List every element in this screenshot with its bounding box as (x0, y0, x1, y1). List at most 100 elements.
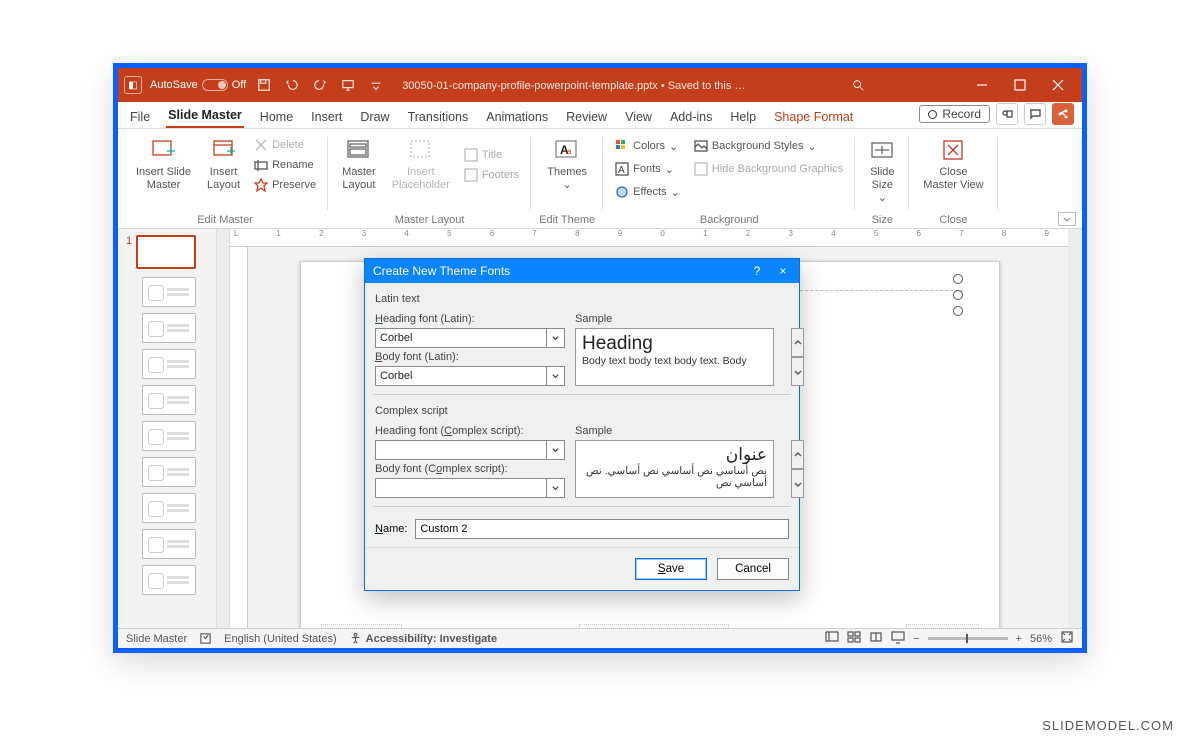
status-view: Slide Master (126, 633, 187, 645)
share-button[interactable] (1052, 103, 1074, 125)
status-language[interactable]: English (United States) (224, 633, 337, 645)
layout-thumbnail[interactable] (142, 421, 196, 451)
zoom-in-button[interactable]: + (1016, 633, 1022, 645)
rename-button[interactable]: Rename (250, 156, 320, 174)
colors-label: Colors (633, 140, 665, 152)
layout-thumbnail[interactable] (142, 349, 196, 379)
layout-thumbnail[interactable] (142, 565, 196, 595)
layout-thumbnail[interactable] (142, 457, 196, 487)
tab-home[interactable]: Home (258, 110, 295, 128)
slideshow-icon[interactable] (338, 75, 358, 95)
dialog-help-button[interactable]: ? (749, 264, 765, 278)
fonts-button[interactable]: AFonts⌄ (611, 160, 684, 178)
layout-thumbnail[interactable] (142, 493, 196, 523)
dialog-close-button[interactable]: × (775, 264, 791, 278)
slide-size-button[interactable]: Slide Size⌄ (863, 133, 901, 210)
master-thumbnail[interactable] (136, 235, 196, 269)
footer-url[interactable]: insertyoururlhere.com (579, 624, 728, 628)
spin-up-icon[interactable] (791, 440, 804, 469)
layout-thumbnail[interactable] (142, 277, 196, 307)
chevron-down-icon[interactable] (546, 367, 564, 385)
footer-slidenum[interactable]: ‹#› (906, 624, 979, 628)
heading-latin-value: Corbel (376, 332, 546, 344)
group-label-edit-theme: Edit Theme (539, 212, 595, 226)
redo-icon[interactable] (310, 75, 330, 95)
spin-up-icon[interactable] (791, 328, 804, 357)
preserve-button[interactable]: Preserve (250, 176, 320, 194)
latin-section-label: Latin text (375, 291, 789, 307)
dialog-titlebar[interactable]: Create New Theme Fonts ? × (365, 259, 799, 283)
autosave-toggle[interactable]: AutoSave Off (150, 79, 246, 91)
canvas-scrollbar[interactable] (1068, 229, 1082, 628)
record-button[interactable]: Record (919, 105, 990, 123)
undo-icon[interactable] (282, 75, 302, 95)
chevron-down-icon[interactable] (546, 329, 564, 347)
present-teams-button[interactable] (996, 103, 1018, 125)
tab-animations[interactable]: Animations (484, 110, 550, 128)
ribbon-tabs: File Slide Master Home Insert Draw Trans… (118, 102, 1082, 129)
heading-latin-combo[interactable]: Corbel (375, 328, 565, 348)
group-label-size: Size (872, 212, 893, 226)
zoom-slider[interactable] (928, 637, 1008, 640)
master-layout-button[interactable]: Master Layout (336, 133, 382, 196)
cancel-button[interactable]: Cancel (717, 558, 789, 580)
footer-date[interactable]: Date (321, 624, 402, 628)
maximize-icon[interactable] (1002, 72, 1038, 98)
tab-addins[interactable]: Add-ins (668, 110, 714, 128)
tab-insert[interactable]: Insert (309, 110, 344, 128)
body-cs-combo[interactable] (375, 478, 565, 498)
qat-overflow-icon[interactable] (366, 75, 386, 95)
chevron-down-icon[interactable] (546, 479, 564, 497)
tab-slide-master[interactable]: Slide Master (166, 108, 244, 128)
layout-thumbnail[interactable] (142, 385, 196, 415)
body-latin-label: Body font (Latin): (375, 351, 565, 363)
reading-view-icon[interactable] (869, 630, 883, 647)
tab-draw[interactable]: Draw (358, 110, 391, 128)
close-master-button[interactable]: Close Master View (917, 133, 989, 196)
chevron-down-icon: ⌄ (878, 192, 887, 205)
save-button[interactable]: Save (635, 558, 707, 580)
effects-button[interactable]: Effects⌄ (611, 183, 684, 201)
fit-window-icon[interactable] (1060, 630, 1074, 647)
status-accessibility[interactable]: Accessibility: Investigate (349, 632, 497, 645)
normal-view-icon[interactable] (825, 630, 839, 647)
tab-file[interactable]: File (128, 110, 152, 128)
themes-button[interactable]: AaThemes⌄ (541, 133, 593, 196)
minimize-icon[interactable] (964, 72, 1000, 98)
insert-placeholder-button: Insert Placeholder (386, 133, 456, 196)
slideshow-view-icon[interactable] (891, 630, 905, 647)
insert-slide-master-button[interactable]: Insert Slide Master (130, 133, 197, 196)
body-latin-combo[interactable]: Corbel (375, 366, 565, 386)
tab-shape-format[interactable]: Shape Format (772, 110, 855, 128)
tab-view[interactable]: View (623, 110, 654, 128)
spin-down-icon[interactable] (791, 357, 804, 386)
insert-layout-button[interactable]: Insert Layout (201, 133, 246, 196)
tab-review[interactable]: Review (564, 110, 609, 128)
status-protect[interactable] (199, 632, 212, 645)
save-icon[interactable] (254, 75, 274, 95)
layout-thumbnail[interactable] (142, 313, 196, 343)
thumbnail-pane[interactable]: 1 (118, 229, 216, 628)
spin-down-icon[interactable] (791, 469, 804, 498)
name-input[interactable] (415, 519, 789, 539)
sorter-view-icon[interactable] (847, 630, 861, 647)
body-cs-label: Body font (Complex script): (375, 463, 565, 475)
zoom-out-button[interactable]: − (913, 633, 919, 645)
tab-help[interactable]: Help (728, 110, 758, 128)
dialog-title: Create New Theme Fonts (373, 264, 510, 278)
bg-styles-button[interactable]: Background Styles⌄ (690, 137, 847, 155)
chevron-down-icon[interactable] (546, 441, 564, 459)
zoom-level[interactable]: 56% (1030, 633, 1052, 645)
tab-transitions[interactable]: Transitions (406, 110, 471, 128)
layout-thumbnail[interactable] (142, 529, 196, 559)
colors-button[interactable]: Colors⌄ (611, 137, 684, 155)
heading-cs-label: Heading font (Complex script): (375, 425, 565, 437)
comments-button[interactable] (1024, 103, 1046, 125)
search-button[interactable] (758, 78, 958, 92)
heading-cs-combo[interactable] (375, 440, 565, 460)
ribbon-group-close: Close Master View Close (909, 129, 997, 228)
hide-bg-checkbox: Hide Background Graphics (690, 160, 847, 178)
thumbnail-scrollbar[interactable] (216, 229, 230, 628)
ribbon-collapse-button[interactable] (1058, 212, 1076, 226)
close-icon[interactable] (1040, 72, 1076, 98)
